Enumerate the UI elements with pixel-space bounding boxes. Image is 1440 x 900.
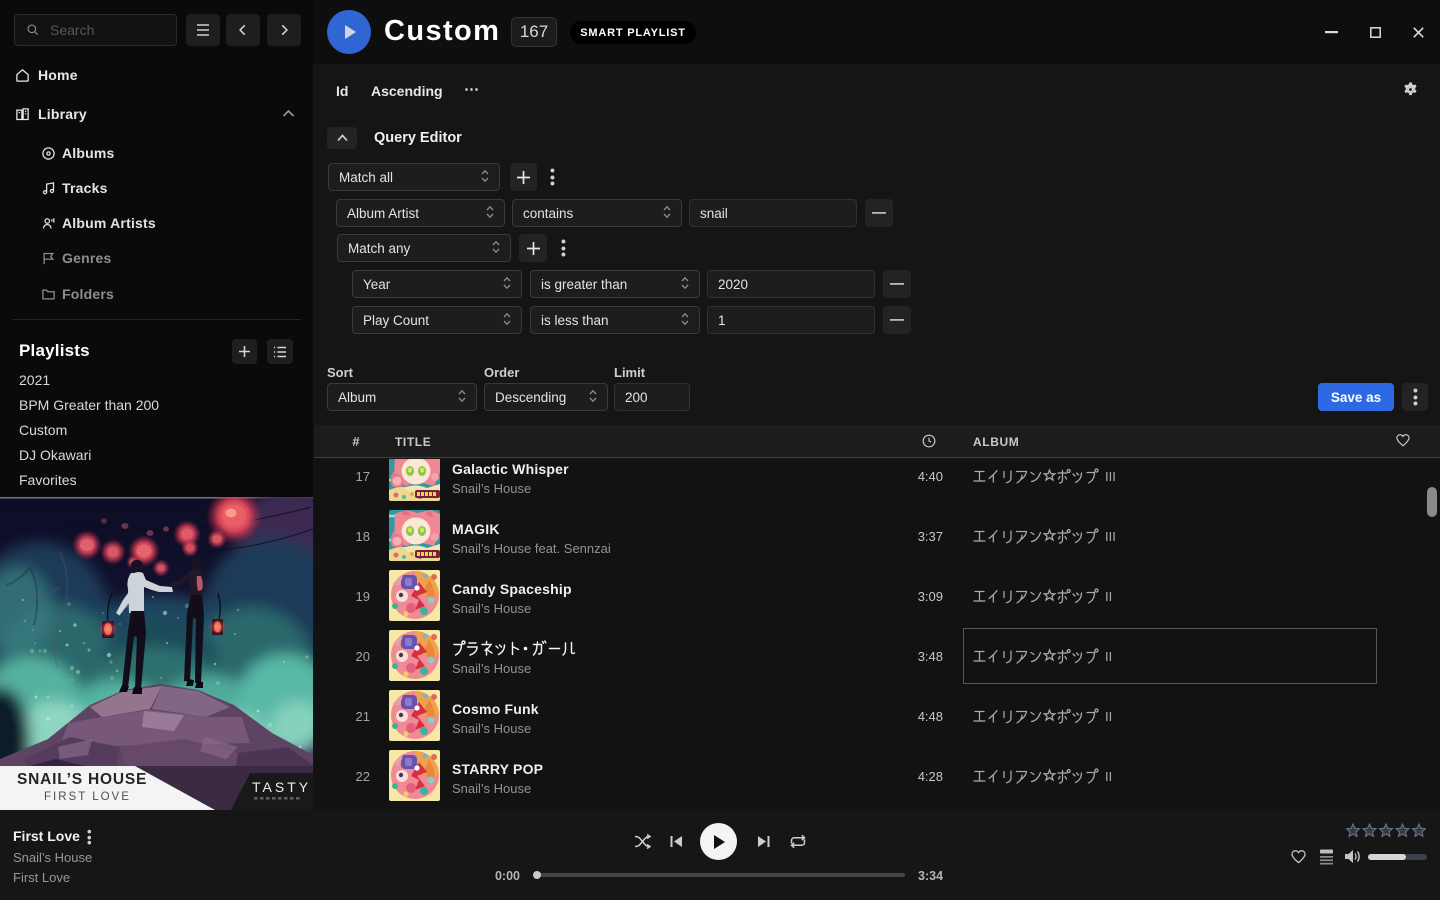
svg-text:FIRST LOVE: FIRST LOVE	[44, 791, 131, 803]
svg-text:TASTY: TASTY	[252, 779, 311, 795]
svg-text:SNAIL’S HOUSE: SNAIL’S HOUSE	[17, 771, 147, 788]
